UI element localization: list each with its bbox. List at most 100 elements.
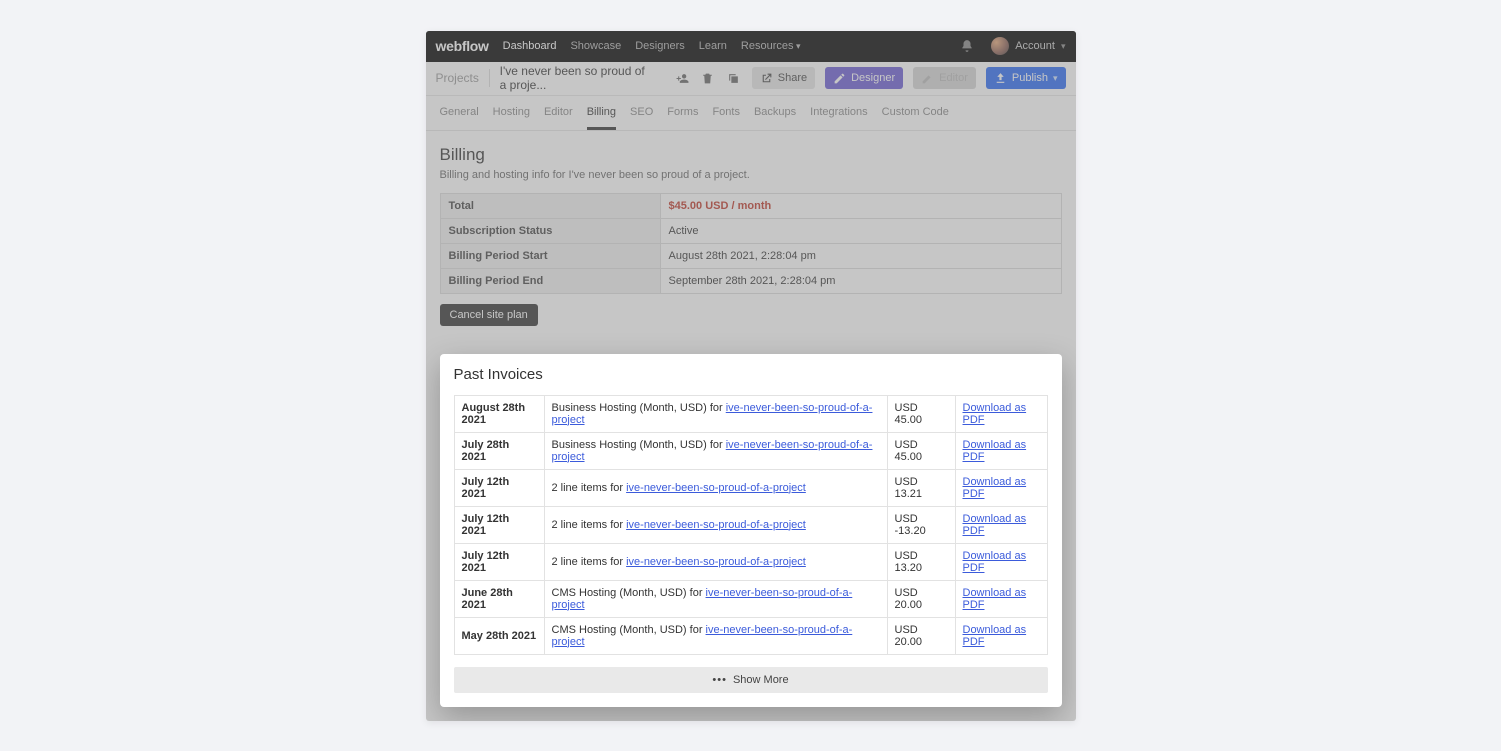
invoices-table: August 28th 2021Business Hosting (Month,… <box>454 395 1048 655</box>
topbar: webflow Dashboard Showcase Designers Learn R… <box>426 31 1076 62</box>
share-label: Share <box>778 72 807 84</box>
billing-row-value: August 28th 2021, 2:28:04 pm <box>660 243 1061 268</box>
invoice-download-cell: Download as PDF <box>955 543 1047 580</box>
account-menu[interactable]: Account ▾ <box>991 37 1065 55</box>
avatar <box>991 37 1009 55</box>
tab-billing[interactable]: Billing <box>587 106 616 130</box>
invoice-amount: USD 45.00 <box>887 432 955 469</box>
tabs: General Hosting Editor Billing SEO Forms Fonts… <box>426 96 1076 131</box>
invoice-project-link[interactable]: ive-never-been-so-proud-of-a-project <box>552 439 873 463</box>
topnav-item-designers[interactable]: Designers <box>635 40 685 52</box>
invoice-description: CMS Hosting (Month, USD) for ive-never-b… <box>544 580 887 617</box>
invoice-download-cell: Download as PDF <box>955 617 1047 654</box>
invoice-date: July 12th 2021 <box>454 543 544 580</box>
tab-editor[interactable]: Editor <box>544 106 573 130</box>
designer-label: Designer <box>851 72 895 84</box>
invoice-project-link[interactable]: ive-never-been-so-proud-of-a-project <box>552 587 853 611</box>
topnav: Dashboard Showcase Designers Learn Resources… <box>503 40 801 52</box>
designer-button[interactable]: Designer <box>825 67 903 89</box>
billing-row-value: September 28th 2021, 2:28:04 pm <box>660 268 1061 293</box>
invoice-description: 2 line items for ive-never-been-so-proud… <box>544 506 887 543</box>
invoice-project-link[interactable]: ive-never-been-so-proud-of-a-project <box>626 482 806 494</box>
invoice-row: July 12th 20212 line items for ive-never… <box>454 469 1047 506</box>
invoice-amount: USD 20.00 <box>887 617 955 654</box>
invoice-project-link[interactable]: ive-never-been-so-proud-of-a-project <box>552 624 853 648</box>
billing-row-label: Subscription Status <box>440 218 660 243</box>
copy-icon[interactable] <box>726 68 742 88</box>
billing-subtitle: Billing and hosting info for I've never … <box>440 169 1062 181</box>
invoice-description: CMS Hosting (Month, USD) for ive-never-b… <box>544 617 887 654</box>
tab-seo[interactable]: SEO <box>630 106 653 130</box>
invoice-download-cell: Download as PDF <box>955 395 1047 432</box>
trash-icon[interactable] <box>700 68 716 88</box>
invoice-download-cell: Download as PDF <box>955 432 1047 469</box>
invoice-amount: USD 13.20 <box>887 543 955 580</box>
invoice-amount: USD -13.20 <box>887 506 955 543</box>
invoice-row: May 28th 2021CMS Hosting (Month, USD) fo… <box>454 617 1047 654</box>
billing-row: Billing Period EndSeptember 28th 2021, 2… <box>440 268 1061 293</box>
invoice-description: Business Hosting (Month, USD) for ive-ne… <box>544 395 887 432</box>
invoice-download-link[interactable]: Download as PDF <box>963 624 1027 648</box>
billing-row: Subscription StatusActive <box>440 218 1061 243</box>
topnav-item-learn[interactable]: Learn <box>699 40 727 52</box>
divider <box>489 69 490 87</box>
notifications-icon[interactable] <box>957 36 977 56</box>
invoice-row: July 12th 20212 line items for ive-never… <box>454 506 1047 543</box>
invoice-date: May 28th 2021 <box>454 617 544 654</box>
invoice-download-cell: Download as PDF <box>955 506 1047 543</box>
billing-row: Billing Period StartAugust 28th 2021, 2:… <box>440 243 1061 268</box>
publish-button[interactable]: Publish ▾ <box>986 67 1066 89</box>
billing-summary-table: Total$45.00 USD / monthSubscription Stat… <box>440 193 1062 294</box>
invoice-download-link[interactable]: Download as PDF <box>963 476 1027 500</box>
invoice-date: July 12th 2021 <box>454 506 544 543</box>
share-button[interactable]: Share <box>752 67 815 89</box>
invoice-description: Business Hosting (Month, USD) for ive-ne… <box>544 432 887 469</box>
tab-forms[interactable]: Forms <box>667 106 698 130</box>
projects-bar: Projects I've never been so proud of a p… <box>426 62 1076 96</box>
brand-logo[interactable]: webflow <box>436 38 489 54</box>
invoice-row: July 12th 20212 line items for ive-never… <box>454 543 1047 580</box>
chevron-down-icon: ▾ <box>1061 41 1066 52</box>
billing-row-label: Total <box>440 193 660 218</box>
ellipsis-icon: ••• <box>712 674 727 686</box>
topnav-item-dashboard[interactable]: Dashboard <box>503 40 557 52</box>
topnav-item-resources[interactable]: Resources ▾ <box>741 40 801 52</box>
show-more-button[interactable]: •••Show More <box>454 667 1048 693</box>
billing-row-label: Billing Period Start <box>440 243 660 268</box>
project-title: I've never been so proud of a proje... <box>500 64 655 92</box>
invoice-date: August 28th 2021 <box>454 395 544 432</box>
tab-integrations[interactable]: Integrations <box>810 106 867 130</box>
invoice-row: July 28th 2021Business Hosting (Month, U… <box>454 432 1047 469</box>
invoice-project-link[interactable]: ive-never-been-so-proud-of-a-project <box>626 519 806 531</box>
topnav-item-showcase[interactable]: Showcase <box>570 40 621 52</box>
invoice-amount: USD 45.00 <box>887 395 955 432</box>
invoice-download-cell: Download as PDF <box>955 469 1047 506</box>
account-label: Account <box>1015 40 1055 52</box>
invoice-download-link[interactable]: Download as PDF <box>963 550 1027 574</box>
app-window: webflow Dashboard Showcase Designers Learn R… <box>426 31 1076 721</box>
add-collaborator-icon[interactable] <box>674 68 690 88</box>
billing-heading: Billing <box>440 145 1062 165</box>
invoice-row: June 28th 2021CMS Hosting (Month, USD) f… <box>454 580 1047 617</box>
invoice-download-link[interactable]: Download as PDF <box>963 513 1027 537</box>
invoice-download-link[interactable]: Download as PDF <box>963 402 1027 426</box>
invoice-date: July 28th 2021 <box>454 432 544 469</box>
invoice-download-link[interactable]: Download as PDF <box>963 587 1027 611</box>
invoice-project-link[interactable]: ive-never-been-so-proud-of-a-project <box>626 556 806 568</box>
invoice-project-link[interactable]: ive-never-been-so-proud-of-a-project <box>552 402 873 426</box>
tab-fonts[interactable]: Fonts <box>712 106 740 130</box>
breadcrumb[interactable]: Projects <box>436 71 479 85</box>
invoice-row: August 28th 2021Business Hosting (Month,… <box>454 395 1047 432</box>
invoice-description: 2 line items for ive-never-been-so-proud… <box>544 543 887 580</box>
tab-hosting[interactable]: Hosting <box>493 106 530 130</box>
invoice-amount: USD 13.21 <box>887 469 955 506</box>
invoice-date: July 12th 2021 <box>454 469 544 506</box>
invoice-download-cell: Download as PDF <box>955 580 1047 617</box>
tab-custom-code[interactable]: Custom Code <box>882 106 949 130</box>
tab-backups[interactable]: Backups <box>754 106 796 130</box>
chevron-down-icon: ▾ <box>1053 73 1058 84</box>
cancel-site-plan-button[interactable]: Cancel site plan <box>440 304 538 326</box>
tab-general[interactable]: General <box>440 106 479 130</box>
invoice-download-link[interactable]: Download as PDF <box>963 439 1027 463</box>
billing-section: Billing Billing and hosting info for I'v… <box>426 131 1076 340</box>
